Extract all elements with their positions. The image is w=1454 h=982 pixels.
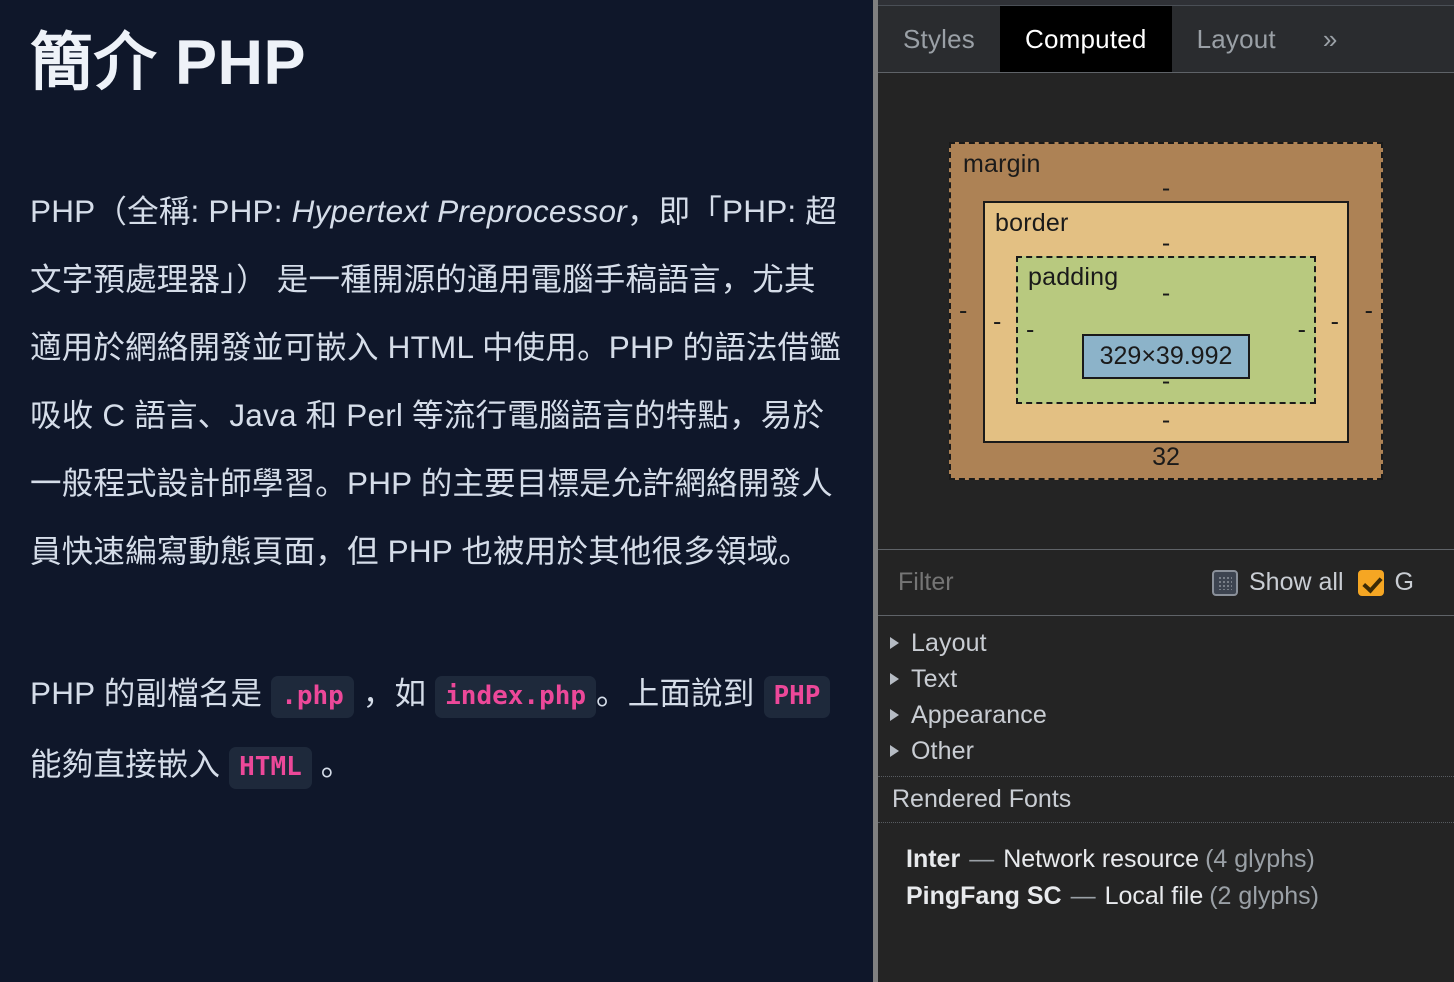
tab-styles[interactable]: Styles [878, 6, 1000, 72]
border-label: border [995, 209, 1069, 237]
margin-right-value[interactable]: - [1365, 298, 1373, 324]
rendered-fonts-header: Rendered Fonts [878, 777, 1454, 823]
box-model-region: margin - - - 32 border - - - - padding -… [878, 73, 1454, 550]
devtools-pane: Styles Computed Layout » margin - - - 32… [878, 0, 1454, 982]
category-row-other[interactable]: Other [878, 733, 1454, 769]
chevron-right-icon[interactable] [890, 637, 899, 649]
rendered-page-pane: 簡介 PHP PHP（全稱: PHP: Hypertext Preprocess… [0, 0, 873, 982]
p2-seg4: 能夠直接嵌入 [30, 745, 230, 782]
margin-label: margin [963, 150, 1041, 178]
category-row-layout[interactable]: Layout [878, 625, 1454, 661]
paragraph-part-2: ，即「PHP: 超文字預處理器」） 是一種開源的通用電腦手稿語言，尤其適用於網絡… [30, 192, 842, 569]
show-all-checkbox-row[interactable]: Show all [1212, 568, 1344, 597]
rendered-font-row: Inter — Network resource (4 glyphs) [906, 841, 1454, 878]
font-dash: — [969, 845, 995, 873]
font-name: PingFang SC [906, 882, 1062, 910]
category-row-appearance[interactable]: Appearance [878, 697, 1454, 733]
padding-bottom-value[interactable]: - [1018, 367, 1314, 396]
paragraph-part-1: PHP（全稱: PHP: [30, 192, 292, 229]
devtools-tabbar: Styles Computed Layout » [878, 6, 1454, 73]
font-origin: Network resource [1003, 845, 1200, 873]
intro-paragraph: PHP（全稱: PHP: Hypertext Preprocessor，即「PH… [30, 177, 843, 585]
font-glyph-count: (4 glyphs) [1205, 845, 1315, 873]
border-right-value[interactable]: - [1331, 309, 1339, 335]
show-all-label: Show all [1249, 568, 1344, 596]
computed-category-list: Layout Text Appearance Other [878, 616, 1454, 777]
padding-right-value[interactable]: - [1298, 317, 1306, 343]
margin-left-value[interactable]: - [959, 298, 967, 324]
category-label-text: Text [911, 664, 958, 693]
font-name: Inter [906, 845, 961, 873]
p2-seg2: ，如 [353, 674, 436, 711]
padding-left-value[interactable]: - [1026, 317, 1034, 343]
margin-bottom-value[interactable]: 32 [951, 443, 1381, 472]
border-bottom-value[interactable]: - [985, 406, 1347, 435]
tab-layout[interactable]: Layout [1172, 6, 1301, 72]
category-label-layout: Layout [911, 628, 987, 657]
font-dash: — [1070, 882, 1096, 910]
border-left-value[interactable]: - [993, 309, 1001, 335]
more-tabs-icon[interactable]: » [1301, 6, 1359, 72]
rendered-font-row: PingFang SC — Local file (2 glyphs) [906, 878, 1454, 915]
group-checkbox-row[interactable]: G [1357, 568, 1414, 597]
chevron-right-icon[interactable] [890, 709, 899, 721]
code-chip-html: HTML [229, 746, 312, 789]
group-label: G [1394, 568, 1414, 596]
p2-seg5: 。 [311, 745, 353, 782]
border-top-value[interactable]: - [1162, 231, 1170, 256]
box-model-border[interactable]: border - - - - padding - - - - 329×39.99… [983, 201, 1349, 443]
computed-filter-bar: Show all G [878, 550, 1454, 616]
code-chip-php: PHP [763, 675, 831, 718]
rendered-fonts-list: Inter — Network resource (4 glyphs) PingFan… [878, 823, 1454, 982]
font-origin: Local file [1104, 882, 1204, 910]
filter-input[interactable] [898, 568, 1198, 597]
tab-computed[interactable]: Computed [1000, 6, 1172, 72]
extension-paragraph: PHP 的副檔名是 .php ，如 index.php 。上面說到 PHP 能夠直… [30, 659, 843, 801]
box-model-margin[interactable]: margin - - - 32 border - - - - padding -… [949, 142, 1383, 480]
paragraph-italic-term: Hypertext Preprocessor [291, 192, 627, 229]
p2-seg3: 。上面說到 [596, 674, 764, 711]
chevron-right-icon[interactable] [890, 673, 899, 685]
margin-top-value[interactable]: - [1162, 176, 1170, 201]
category-label-appearance: Appearance [911, 700, 1047, 729]
chevron-right-icon[interactable] [890, 745, 899, 757]
padding-label: padding [1028, 263, 1119, 291]
code-chip-index-php: index.php [435, 675, 597, 718]
padding-top-value[interactable]: - [1162, 281, 1170, 306]
font-glyph-count: (2 glyphs) [1209, 882, 1319, 910]
p2-seg1: PHP 的副檔名是 [30, 674, 272, 711]
box-model-padding[interactable]: padding - - - - 329×39.992 [1016, 256, 1316, 404]
category-label-other: Other [911, 736, 975, 765]
checkbox-checked-icon[interactable] [1357, 569, 1384, 596]
category-row-text[interactable]: Text [878, 661, 1454, 697]
checkbox-unchecked-icon[interactable] [1212, 569, 1238, 596]
page-title: 簡介 PHP [30, 28, 307, 98]
code-chip-php-ext: .php [271, 675, 354, 718]
